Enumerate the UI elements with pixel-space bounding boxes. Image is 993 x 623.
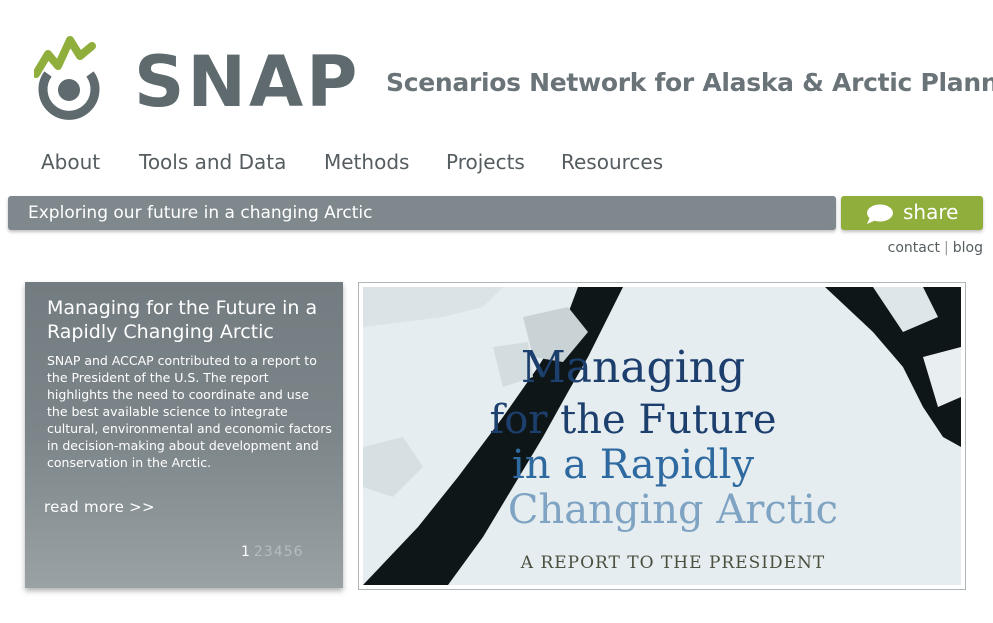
- slide-pager: 1 23456: [241, 544, 304, 560]
- snap-logo-mark-icon: [34, 36, 100, 120]
- nav-item-tools-and-data[interactable]: Tools and Data: [139, 150, 286, 174]
- feature-line-5: A REPORT TO THE PRESIDENT: [520, 553, 826, 573]
- nav-item-methods[interactable]: Methods: [324, 150, 409, 174]
- share-button[interactable]: share: [841, 196, 983, 230]
- nav-item-projects[interactable]: Projects: [446, 150, 525, 174]
- share-label: share: [903, 200, 959, 224]
- feature-line-1: Managing: [520, 342, 746, 393]
- pager-page-3[interactable]: 3: [264, 544, 273, 560]
- contact-link[interactable]: contact: [888, 240, 940, 256]
- utility-links: contact | blog: [888, 240, 983, 256]
- blog-link[interactable]: blog: [953, 240, 983, 256]
- feature-image[interactable]: Managing for the Future in a Rapidly Cha…: [363, 287, 961, 585]
- banner-text: Exploring our future in a changing Arcti…: [28, 203, 373, 223]
- pager-page-4[interactable]: 4: [274, 544, 283, 560]
- pager-page-2[interactable]: 2: [254, 544, 263, 560]
- feature-title: Managing for the Future in a Rapidly Cha…: [47, 297, 318, 343]
- logo-wordmark: SNAP: [134, 41, 361, 123]
- feature-image-frame: Managing for the Future in a Rapidly Cha…: [358, 282, 966, 590]
- nav-item-resources[interactable]: Resources: [561, 150, 663, 174]
- link-separator: |: [944, 240, 949, 256]
- feature-line-4: Changing Arctic: [507, 487, 839, 533]
- feature-panel: Managing for the Future in a Rapidly Cha…: [25, 282, 343, 588]
- speech-bubble-icon: [867, 204, 893, 224]
- pager-page-1[interactable]: 1: [241, 544, 250, 560]
- read-more-link[interactable]: read more >>: [44, 498, 155, 516]
- pager-page-6[interactable]: 6: [294, 544, 303, 560]
- feature-body: SNAP and ACCAP contributed to a report t…: [47, 353, 332, 470]
- snap-logo[interactable]: SNAP: [34, 32, 357, 122]
- site-tagline: Scenarios Network for Alaska & Arctic Pl…: [386, 68, 993, 97]
- feature-line-3: in a Rapidly: [511, 442, 755, 488]
- banner-bar: Exploring our future in a changing Arcti…: [8, 196, 836, 230]
- feature-line-2: for the Future: [489, 397, 777, 443]
- pager-page-5[interactable]: 5: [284, 544, 293, 560]
- nav-item-about[interactable]: About: [41, 150, 100, 174]
